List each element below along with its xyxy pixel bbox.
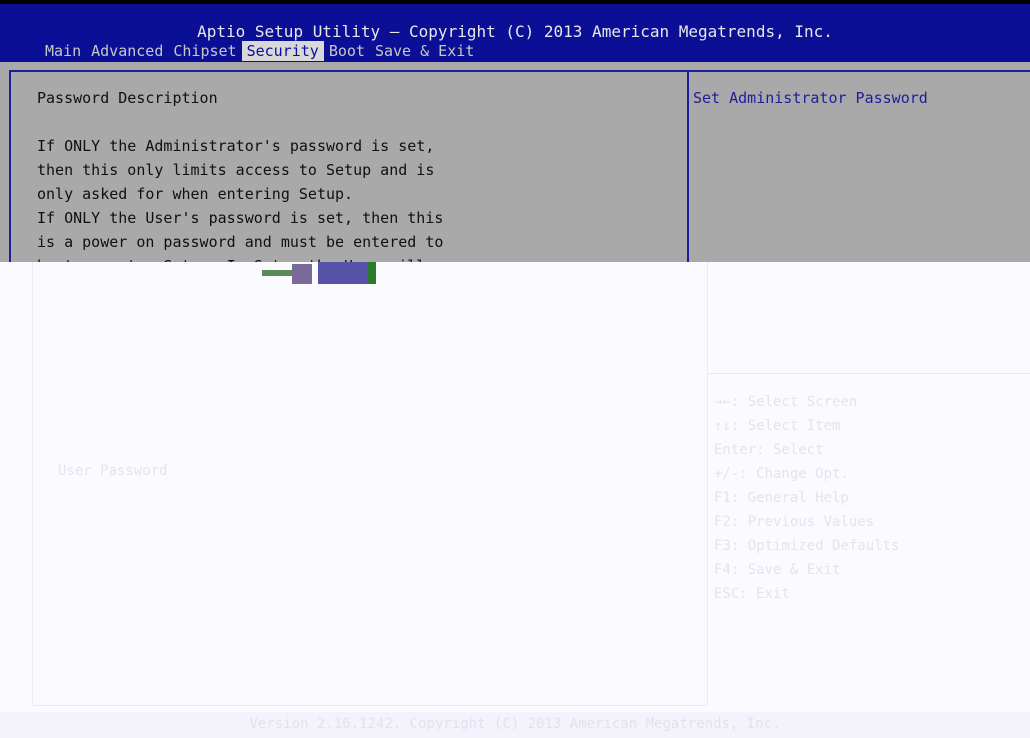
bios-screen: Aptio Setup Utility – Copyright (C) 2013… [0, 0, 1030, 738]
description-title: Password Description [37, 89, 218, 107]
faded-panel-divider [707, 262, 708, 706]
render-artifact [262, 262, 376, 284]
help-text: Set Administrator Password [693, 89, 928, 107]
key-help-item: F2: Previous Values [714, 514, 875, 530]
app-title: Aptio Setup Utility – Copyright (C) 2013… [197, 22, 833, 41]
user-password-item[interactable]: User Password [58, 463, 168, 479]
tab-chipset[interactable]: Chipset [168, 41, 241, 61]
description-line: If ONLY the User's password is set, then… [37, 209, 444, 227]
key-help-item: F1: General Help [714, 490, 849, 506]
tab-save-exit[interactable]: Save & Exit [370, 41, 479, 61]
title-bar: Aptio Setup Utility – Copyright (C) 2013… [0, 4, 1030, 62]
description-line: only asked for when entering Setup. [37, 185, 354, 203]
tab-advanced[interactable]: Advanced [86, 41, 168, 61]
tab-boot[interactable]: Boot [324, 41, 370, 61]
key-help-list: →←: Select Screen ↑↓: Select Item Enter:… [714, 390, 899, 606]
menu-tabs: Main Advanced Chipset Security Boot Save… [40, 41, 479, 61]
key-help-item: →←: Select Screen [714, 394, 858, 410]
version-text: Version 2.16.1242. Copyright (C) 2013 Am… [249, 716, 781, 732]
key-help-item: Enter: Select [714, 442, 824, 458]
footer-bar: Version 2.16.1242. Copyright (C) 2013 Am… [0, 712, 1030, 738]
key-help-item: ↑↓: Select Item [714, 418, 841, 434]
tab-main[interactable]: Main [40, 41, 86, 61]
faded-panel-border [32, 262, 708, 706]
key-help-item: F3: Optimized Defaults [714, 538, 900, 554]
description-line: If ONLY the Administrator's password is … [37, 137, 435, 155]
tab-security[interactable]: Security [241, 41, 324, 61]
password-description: Password Description If ONLY the Adminis… [37, 86, 677, 278]
key-help-item: F4: Save & Exit [714, 562, 841, 578]
description-line: then this only limits access to Setup an… [37, 161, 435, 179]
key-help-item: ESC: Exit [714, 586, 790, 602]
help-separator [708, 373, 1030, 374]
description-line: is a power on password and must be enter… [37, 233, 444, 251]
key-help-item: +/-: Change Opt. [714, 466, 849, 482]
